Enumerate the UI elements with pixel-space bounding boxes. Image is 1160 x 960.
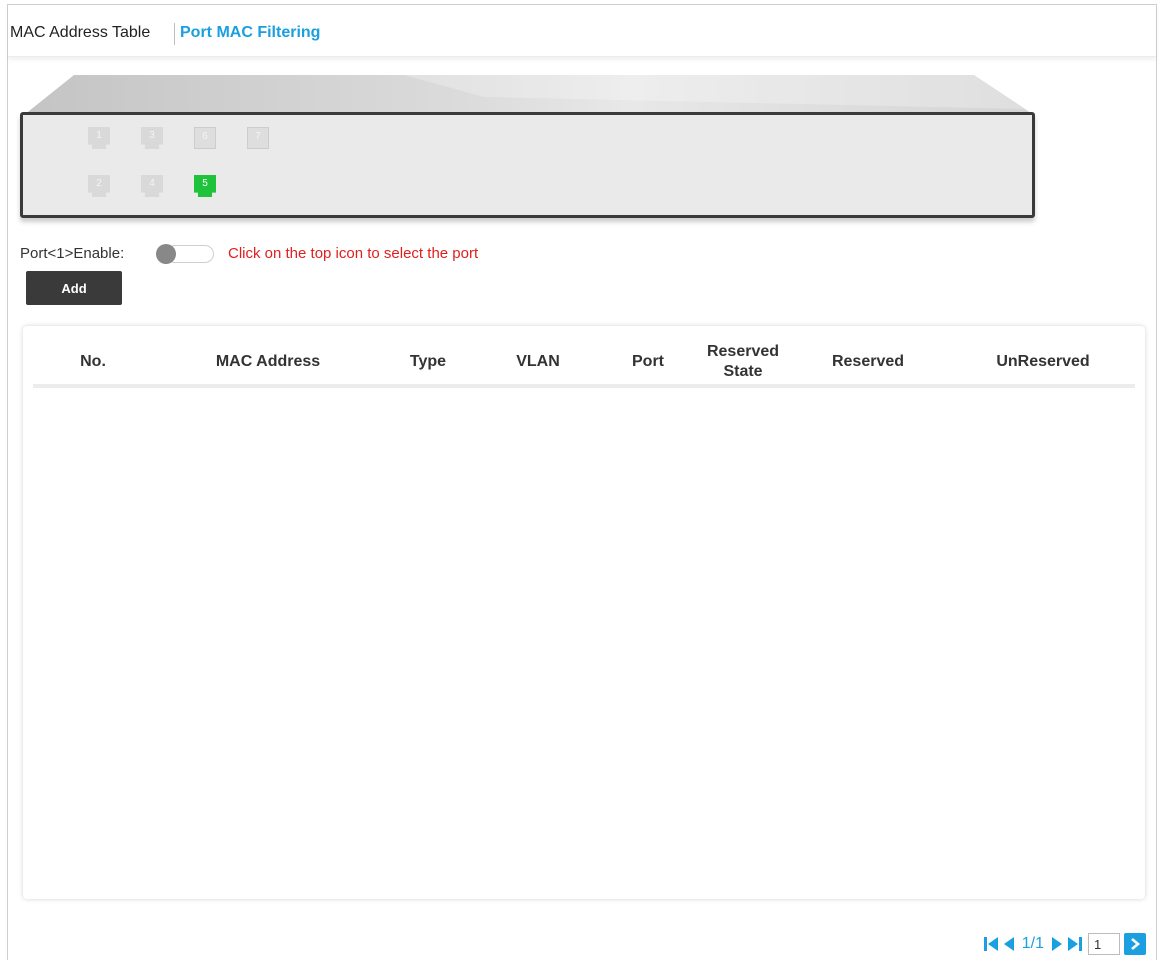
- next-page-icon[interactable]: [1048, 934, 1066, 954]
- col-unreserved: UnReserved: [996, 353, 1090, 370]
- last-page-icon[interactable]: [1066, 934, 1084, 954]
- go-page-button[interactable]: [1124, 933, 1146, 955]
- col-reserved-state: Reserved State: [706, 343, 780, 380]
- mac-filter-table: No. MAC Address Type VLAN Port Reserved …: [23, 326, 1145, 899]
- port-1[interactable]: 1: [88, 127, 110, 149]
- col-no: No.: [80, 353, 106, 370]
- page-indicator: 1/1: [1021, 935, 1044, 952]
- port-enable-toggle[interactable]: [156, 244, 214, 264]
- port-3[interactable]: 3: [141, 127, 163, 149]
- tab-divider: [174, 23, 175, 45]
- pagination: 1/1: [982, 932, 1146, 956]
- col-mac-address: MAC Address: [215, 353, 321, 370]
- port-4[interactable]: 4: [141, 175, 163, 197]
- page-frame: MAC Address Table Port MAC Filtering 1 3…: [7, 4, 1157, 960]
- add-button[interactable]: Add: [26, 271, 122, 305]
- port-6[interactable]: 6: [194, 127, 216, 149]
- table-header: No. MAC Address Type VLAN Port Reserved …: [33, 336, 1135, 388]
- chevron-right-icon: [1131, 938, 1141, 950]
- tab-mac-address-table[interactable]: MAC Address Table: [10, 23, 150, 43]
- page-number-input[interactable]: [1088, 933, 1120, 955]
- first-page-icon[interactable]: [982, 934, 1000, 954]
- tab-port-mac-filtering[interactable]: Port MAC Filtering: [180, 23, 320, 43]
- select-port-hint: Click on the top icon to select the port: [228, 245, 479, 262]
- switch-panel: 1 3 6 7 2 4 5: [20, 112, 1035, 218]
- col-type: Type: [409, 353, 447, 370]
- port-2[interactable]: 2: [88, 175, 110, 197]
- tab-bar: MAC Address Table Port MAC Filtering: [8, 5, 1156, 57]
- switch-top-cover: [24, 75, 1034, 115]
- toggle-knob: [156, 244, 176, 264]
- col-reserved: Reserved: [831, 353, 905, 370]
- port-enable-label: Port<1>Enable:: [20, 245, 125, 262]
- col-port: Port: [632, 353, 664, 370]
- port-5[interactable]: 5: [194, 175, 216, 197]
- port-7[interactable]: 7: [247, 127, 269, 149]
- col-vlan: VLAN: [516, 353, 560, 370]
- prev-page-icon[interactable]: [1000, 934, 1018, 954]
